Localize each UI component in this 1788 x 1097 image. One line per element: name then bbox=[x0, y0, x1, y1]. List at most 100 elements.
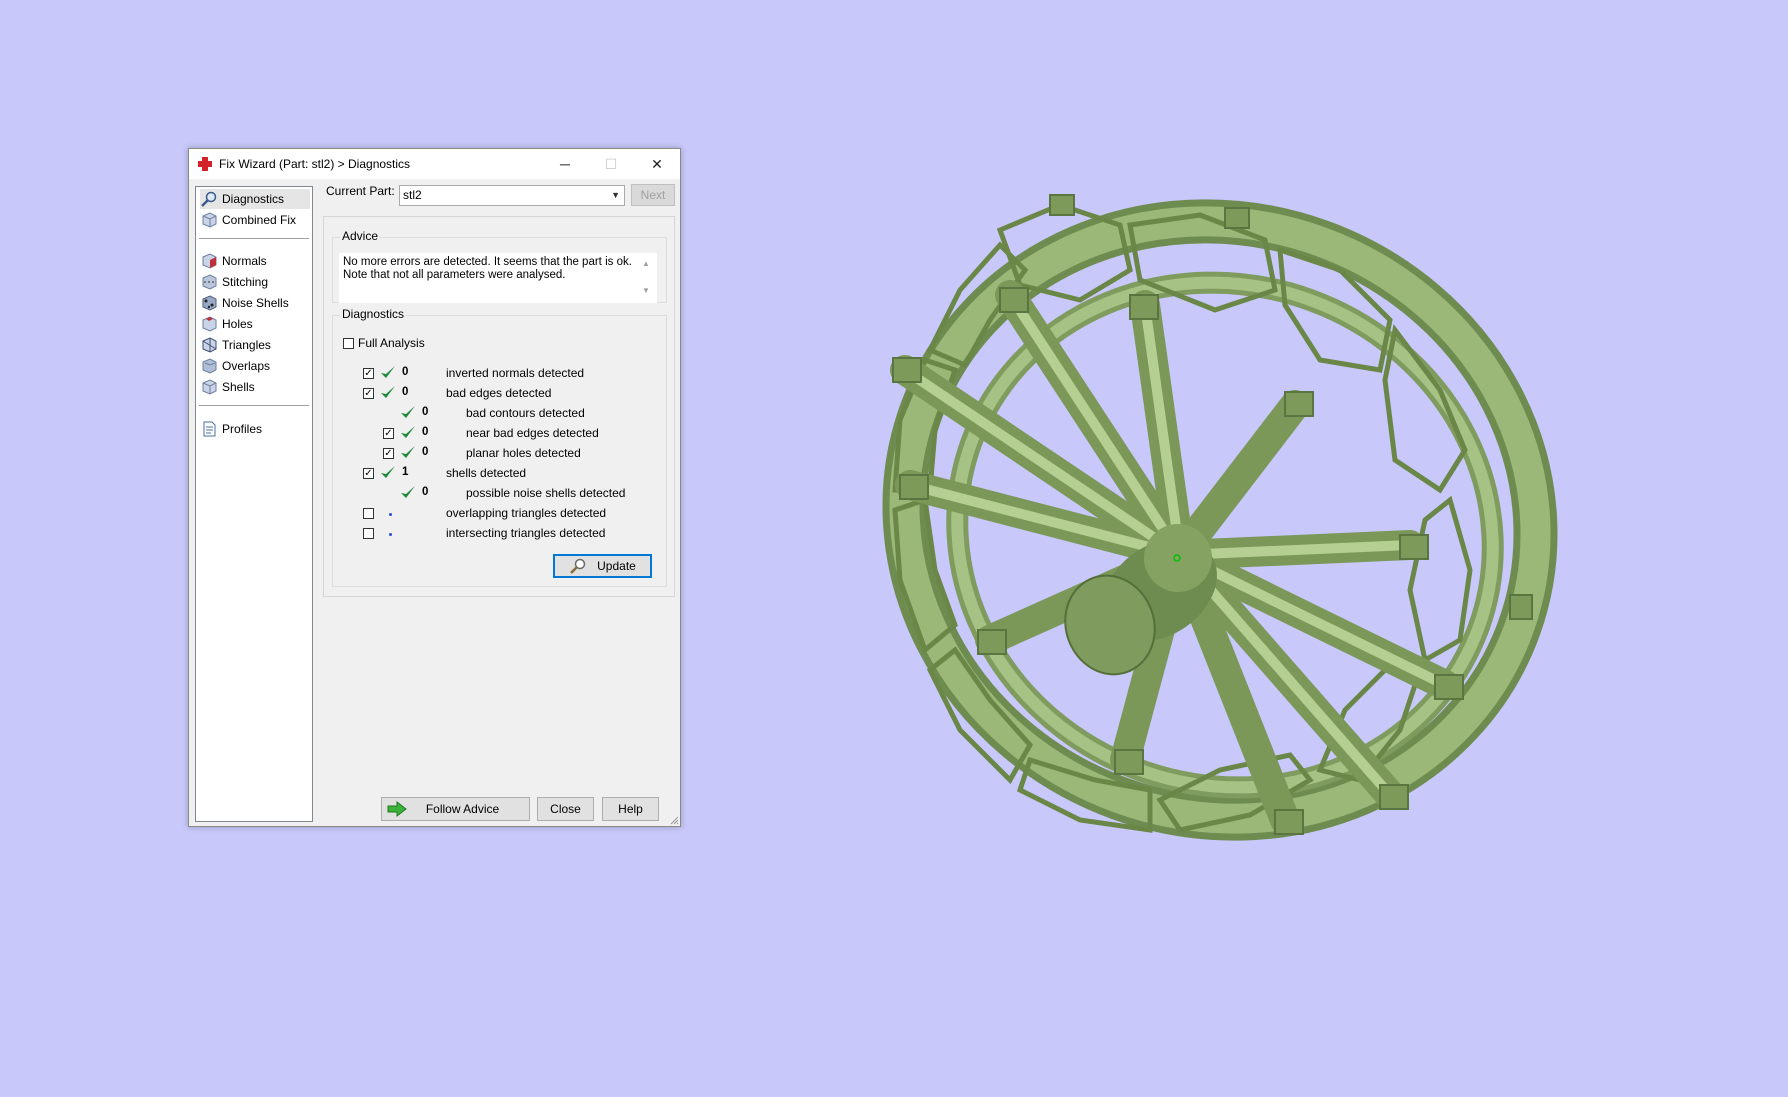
stitching-icon bbox=[202, 274, 217, 290]
count-shells: 1 bbox=[402, 466, 409, 478]
label-bad-contours: bad contours detected bbox=[466, 406, 585, 420]
cube-icon bbox=[202, 212, 217, 228]
nav-item-stitching[interactable]: Stitching bbox=[200, 272, 268, 292]
advice-text: No more errors are detected. It seems th… bbox=[339, 253, 657, 303]
row-checkbox-inverted-normals[interactable]: ✓ bbox=[363, 368, 374, 379]
chevron-down-icon: ▼ bbox=[611, 190, 620, 200]
nav-label: Diagnostics bbox=[222, 192, 285, 206]
nav-item-triangles[interactable]: Triangles bbox=[200, 335, 271, 355]
follow-advice-label: Follow Advice bbox=[425, 802, 500, 816]
overlaps-icon bbox=[202, 358, 217, 374]
nav-label: Holes bbox=[222, 317, 253, 331]
row-checkbox-shells[interactable]: ✓ bbox=[363, 468, 374, 479]
count-noise-shells: 0 bbox=[422, 486, 429, 498]
green-check-icon bbox=[401, 426, 415, 438]
nav-label: Stitching bbox=[222, 275, 269, 289]
count-bad-edges: 0 bbox=[402, 386, 409, 398]
scroll-down-icon[interactable]: ▼ bbox=[642, 286, 650, 295]
nav-label: Noise Shells bbox=[222, 296, 289, 310]
label-noise-shells: possible noise shells detected bbox=[466, 486, 626, 500]
follow-advice-button[interactable]: Follow Advice bbox=[381, 797, 530, 821]
not-analysed-dot-icon bbox=[389, 513, 392, 516]
shells-icon bbox=[202, 379, 217, 395]
fix-wizard-dialog: Fix Wizard (Part: stl2) > Diagnostics ─ … bbox=[188, 148, 681, 827]
diagnostics-group-label: Diagnostics bbox=[340, 307, 407, 321]
label-shells: shells detected bbox=[446, 466, 527, 480]
advice-line-1: No more errors are detected. It seems th… bbox=[343, 256, 632, 268]
label-overlapping-triangles: overlapping triangles detected bbox=[446, 506, 607, 520]
current-part-select[interactable]: stl2 ▼ bbox=[399, 185, 625, 206]
maximize-icon: ☐ bbox=[604, 155, 618, 172]
normals-icon bbox=[202, 253, 217, 269]
nav-separator bbox=[199, 238, 309, 239]
green-check-icon bbox=[401, 486, 415, 498]
resize-grip-icon[interactable] bbox=[669, 815, 679, 825]
row-checkbox-near-bad-edges[interactable]: ✓ bbox=[383, 428, 394, 439]
label-bad-edges: bad edges detected bbox=[446, 386, 552, 400]
label-near-bad-edges: near bad edges detected bbox=[466, 426, 599, 440]
label-intersecting-triangles: intersecting triangles detected bbox=[446, 526, 606, 540]
nav-label: Triangles bbox=[222, 338, 271, 352]
green-check-icon bbox=[401, 446, 415, 458]
close-icon: ✕ bbox=[651, 155, 663, 172]
minimize-button[interactable]: ─ bbox=[542, 149, 588, 179]
green-arrow-icon bbox=[387, 801, 407, 817]
advice-line-2: Note that not all parameters were analys… bbox=[343, 269, 566, 281]
green-check-icon bbox=[381, 466, 395, 478]
red-cross-app-icon bbox=[198, 157, 212, 171]
update-label: Update bbox=[597, 559, 636, 573]
magnifier-icon bbox=[570, 558, 586, 574]
label-inverted-normals: inverted normals detected bbox=[446, 366, 585, 380]
full-analysis-label: Full Analysis bbox=[358, 336, 425, 350]
noise-shells-icon bbox=[202, 295, 217, 311]
row-checkbox-bad-edges[interactable]: ✓ bbox=[363, 388, 374, 399]
label-planar-holes: planar holes detected bbox=[466, 446, 581, 460]
nav-separator bbox=[199, 405, 309, 406]
nav-item-diagnostics[interactable]: Diagnostics bbox=[200, 189, 310, 209]
row-checkbox-planar-holes[interactable]: ✓ bbox=[383, 448, 394, 459]
help-button[interactable]: Help bbox=[602, 797, 659, 821]
maximize-button: ☐ bbox=[588, 149, 634, 179]
nav-label: Normals bbox=[222, 254, 267, 268]
row-checkbox-overlapping-triangles[interactable] bbox=[363, 508, 374, 519]
nav-item-normals[interactable]: Normals bbox=[200, 251, 267, 271]
nav-item-combined-fix[interactable]: Combined Fix bbox=[200, 210, 296, 230]
count-bad-contours: 0 bbox=[422, 406, 429, 418]
minimize-icon: ─ bbox=[560, 156, 570, 172]
nav-item-shells[interactable]: Shells bbox=[200, 377, 255, 397]
update-button[interactable]: Update bbox=[553, 554, 652, 578]
row-checkbox-intersecting-triangles[interactable] bbox=[363, 528, 374, 539]
magnifier-icon bbox=[201, 191, 217, 207]
count-near-bad-edges: 0 bbox=[422, 426, 429, 438]
full-analysis-checkbox[interactable] bbox=[343, 338, 354, 349]
green-check-icon bbox=[401, 406, 415, 418]
nav-label: Profiles bbox=[222, 422, 263, 436]
nav-item-overlaps[interactable]: Overlaps bbox=[200, 356, 270, 376]
profiles-icon bbox=[203, 421, 216, 437]
close-label: Close bbox=[550, 802, 581, 816]
nav-item-noise-shells[interactable]: Noise Shells bbox=[200, 293, 289, 313]
count-planar-holes: 0 bbox=[422, 446, 429, 458]
next-button[interactable]: Next bbox=[631, 184, 675, 206]
nav-label: Combined Fix bbox=[222, 213, 297, 227]
close-window-button[interactable]: ✕ bbox=[634, 149, 680, 179]
advice-group-label: Advice bbox=[340, 229, 381, 243]
close-button[interactable]: Close bbox=[537, 797, 594, 821]
next-button-label: Next bbox=[640, 188, 666, 202]
scroll-up-icon[interactable]: ▲ bbox=[642, 259, 650, 268]
triangles-icon bbox=[202, 337, 217, 353]
wizard-nav-list: Diagnostics Combined Fix Normals Stitchi… bbox=[195, 186, 313, 822]
nav-item-holes[interactable]: Holes bbox=[200, 314, 253, 334]
help-label: Help bbox=[618, 802, 643, 816]
title-bar[interactable]: Fix Wizard (Part: stl2) > Diagnostics ─ … bbox=[189, 149, 680, 179]
wheel-model[interactable] bbox=[820, 133, 1620, 907]
window-title: Fix Wizard (Part: stl2) > Diagnostics bbox=[219, 157, 411, 171]
not-analysed-dot-icon bbox=[389, 533, 392, 536]
count-inverted-normals: 0 bbox=[402, 366, 409, 378]
nav-label: Shells bbox=[222, 380, 255, 394]
green-check-icon bbox=[381, 386, 395, 398]
current-part-value: stl2 bbox=[403, 188, 422, 202]
holes-icon bbox=[202, 316, 217, 332]
nav-item-profiles[interactable]: Profiles bbox=[200, 419, 262, 439]
current-part-label: Current Part: bbox=[326, 184, 395, 198]
